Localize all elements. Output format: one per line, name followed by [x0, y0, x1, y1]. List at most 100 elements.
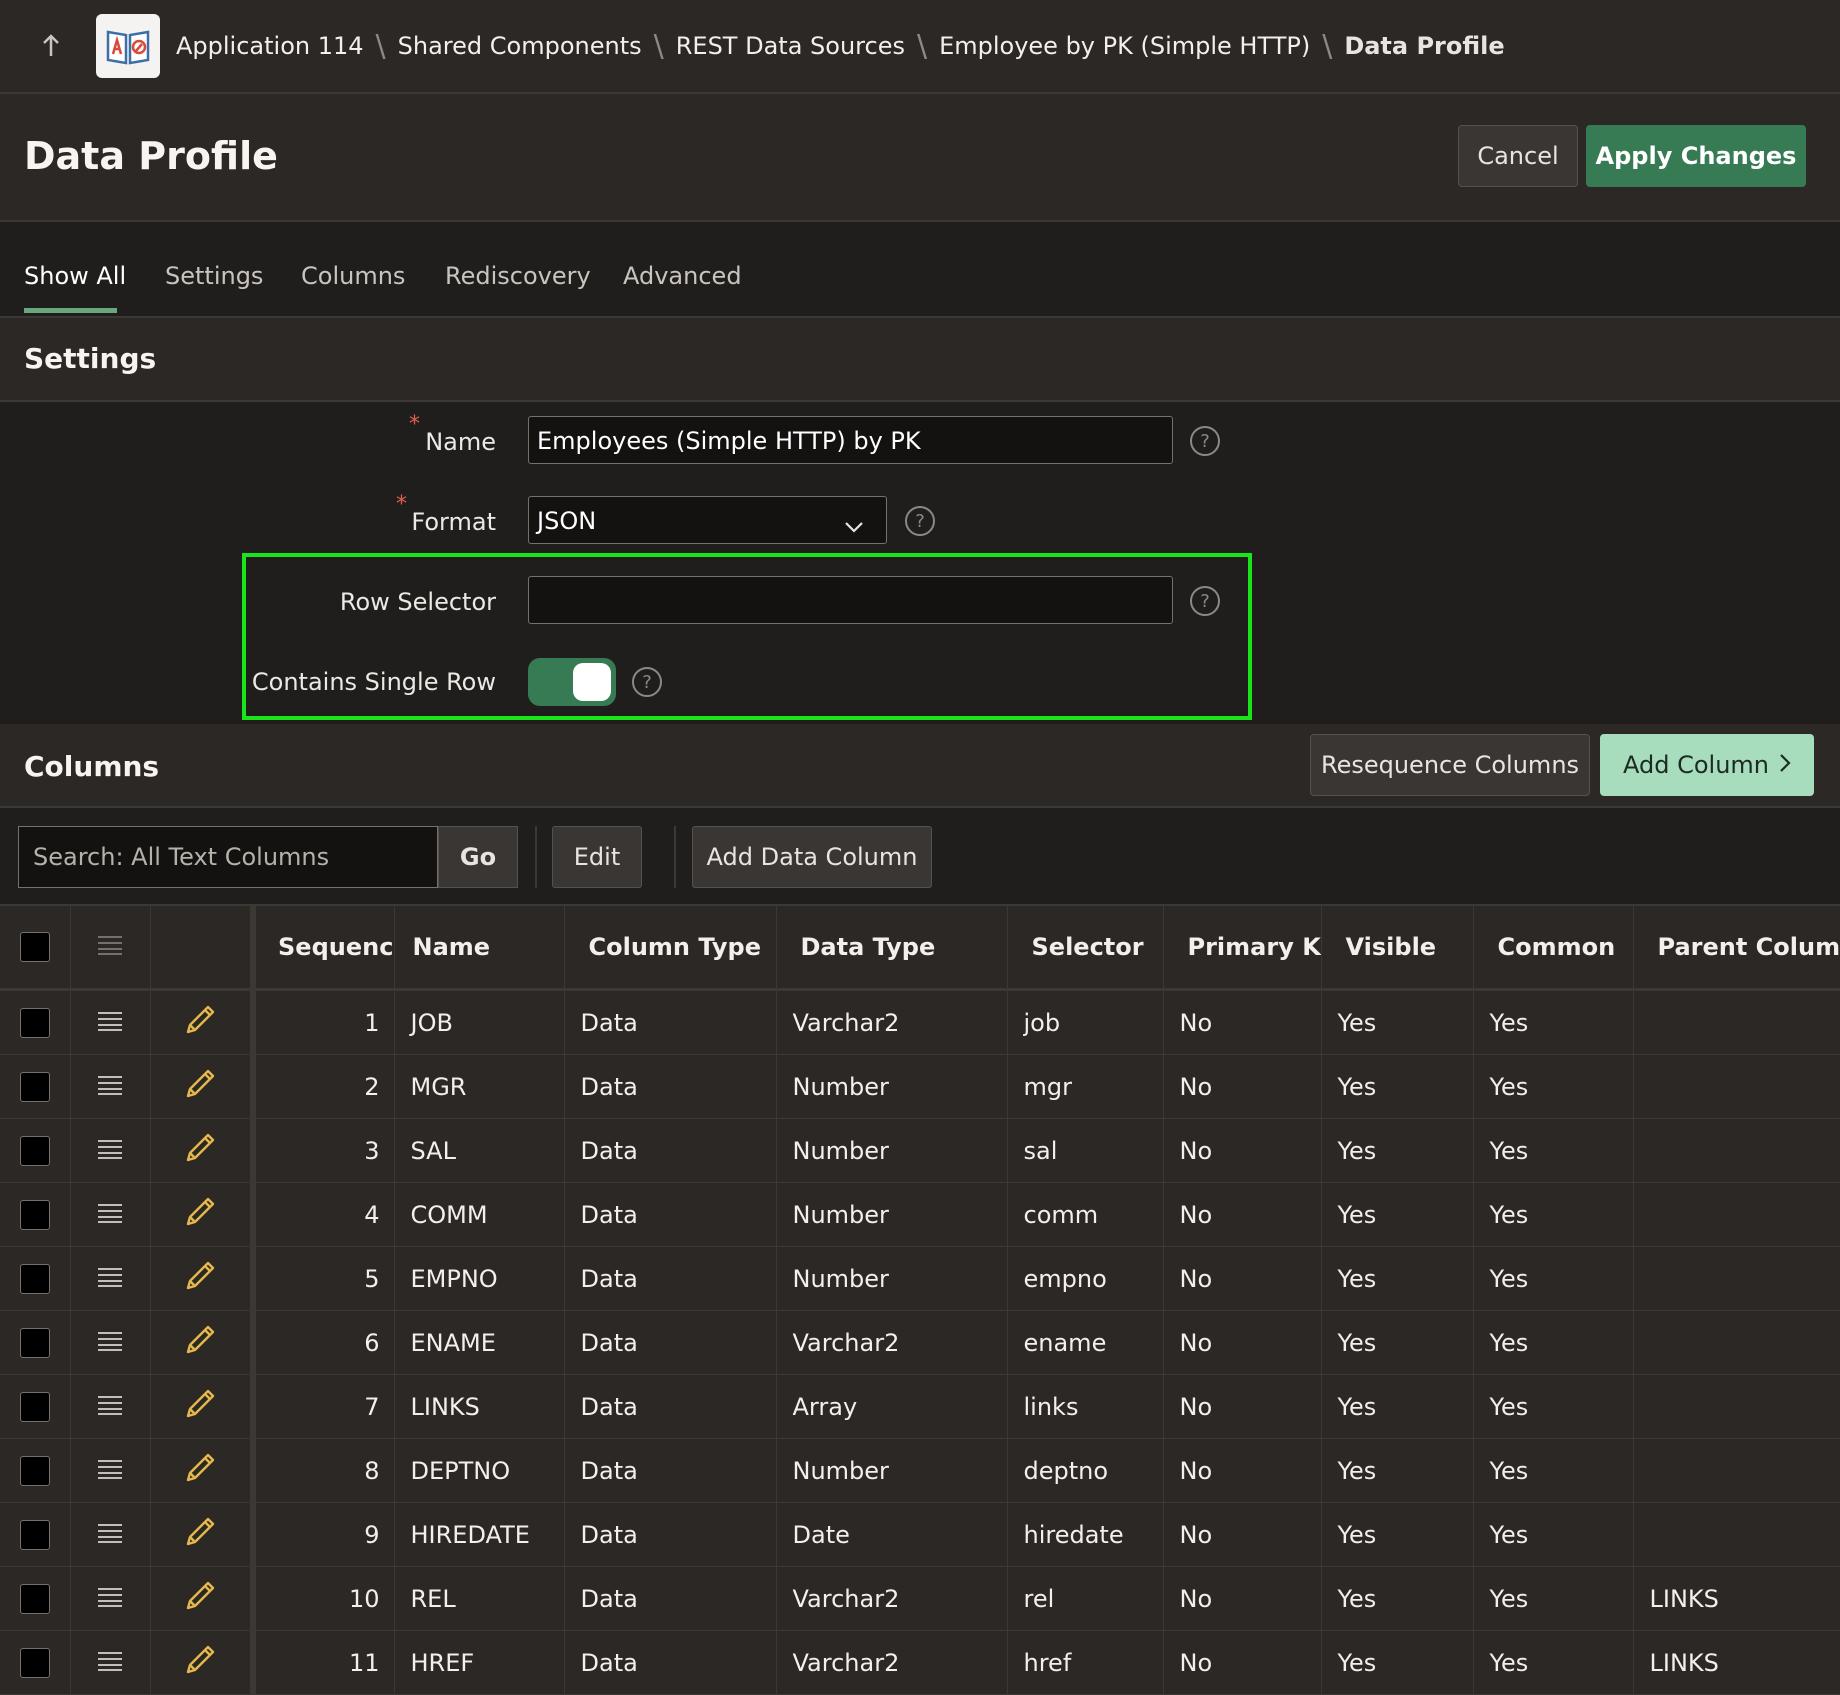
cell-column-type[interactable]: Data	[564, 1310, 777, 1375]
cell-common[interactable]: Yes	[1473, 1118, 1634, 1183]
cell-common[interactable]: Yes	[1473, 1182, 1634, 1247]
cell-sequence[interactable]: 8	[253, 1438, 395, 1503]
tab-columns[interactable]: Columns	[301, 262, 405, 290]
cell-name[interactable]: DEPTNO	[394, 1438, 565, 1503]
header-data-type[interactable]: Data Type	[776, 904, 1008, 991]
header-selector[interactable]: Selector	[1007, 904, 1164, 991]
cell-data-type[interactable]: Varchar2	[776, 1310, 1008, 1375]
cell-primary-key[interactable]: No	[1163, 1630, 1322, 1695]
cell-visible[interactable]: Yes	[1321, 989, 1474, 1055]
cell-data-type[interactable]: Date	[776, 1502, 1008, 1567]
cell-visible[interactable]: Yes	[1321, 1310, 1474, 1375]
table-row[interactable]: 4 COMM Data Number comm No Yes Yes	[0, 1182, 1840, 1247]
up-arrow-icon[interactable]	[38, 33, 64, 59]
cell-primary-key[interactable]: No	[1163, 1502, 1322, 1567]
tab-settings[interactable]: Settings	[165, 262, 263, 290]
cell-common[interactable]: Yes	[1473, 1054, 1634, 1119]
row-actions-icon[interactable]	[70, 1630, 151, 1695]
cell-column-type[interactable]: Data	[564, 1566, 777, 1631]
add-data-column-button[interactable]: Add Data Column	[692, 826, 932, 888]
pencil-icon[interactable]	[150, 1182, 256, 1247]
cell-sequence[interactable]: 5	[253, 1246, 395, 1311]
pencil-icon[interactable]	[150, 1310, 256, 1375]
pencil-icon[interactable]	[150, 1438, 256, 1503]
table-row[interactable]: 2 MGR Data Number mgr No Yes Yes	[0, 1054, 1840, 1119]
cell-common[interactable]: Yes	[1473, 1310, 1634, 1375]
search-input[interactable]: Search: All Text Columns	[18, 826, 438, 888]
cell-visible[interactable]: Yes	[1321, 1246, 1474, 1311]
header-parent-column[interactable]: Parent Column	[1633, 904, 1840, 991]
cell-parent-column[interactable]	[1633, 1118, 1840, 1183]
cell-parent-column[interactable]: LINKS	[1633, 1566, 1840, 1631]
pencil-icon[interactable]	[150, 989, 256, 1055]
cell-selector[interactable]: links	[1007, 1374, 1164, 1439]
cell-primary-key[interactable]: No	[1163, 1054, 1322, 1119]
row-checkbox[interactable]	[0, 1246, 71, 1311]
cell-parent-column[interactable]	[1633, 1182, 1840, 1247]
pencil-icon[interactable]	[150, 1502, 256, 1567]
cell-common[interactable]: Yes	[1473, 1438, 1634, 1503]
cell-data-type[interactable]: Number	[776, 1182, 1008, 1247]
cell-name[interactable]: REL	[394, 1566, 565, 1631]
apply-changes-button[interactable]: Apply Changes	[1586, 125, 1806, 187]
cell-data-type[interactable]: Number	[776, 1054, 1008, 1119]
header-name[interactable]: Name	[394, 904, 565, 991]
cell-data-type[interactable]: Array	[776, 1374, 1008, 1439]
cancel-button[interactable]: Cancel	[1458, 125, 1578, 187]
cell-parent-column[interactable]	[1633, 1054, 1840, 1119]
cell-visible[interactable]: Yes	[1321, 1054, 1474, 1119]
row-actions-icon[interactable]	[70, 1310, 151, 1375]
header-visible[interactable]: Visible	[1321, 904, 1474, 991]
row-checkbox[interactable]	[0, 1374, 71, 1439]
name-input[interactable]: Employees (Simple HTTP) by PK	[528, 416, 1173, 464]
cell-selector[interactable]: mgr	[1007, 1054, 1164, 1119]
cell-column-type[interactable]: Data	[564, 1118, 777, 1183]
row-checkbox[interactable]	[0, 1438, 71, 1503]
cell-visible[interactable]: Yes	[1321, 1438, 1474, 1503]
table-row[interactable]: 7 LINKS Data Array links No Yes Yes	[0, 1374, 1840, 1439]
cell-common[interactable]: Yes	[1473, 1502, 1634, 1567]
cell-sequence[interactable]: 11	[253, 1630, 395, 1695]
cell-selector[interactable]: deptno	[1007, 1438, 1164, 1503]
cell-column-type[interactable]: Data	[564, 1246, 777, 1311]
cell-column-type[interactable]: Data	[564, 1054, 777, 1119]
cell-column-type[interactable]: Data	[564, 1438, 777, 1503]
cell-selector[interactable]: ename	[1007, 1310, 1164, 1375]
cell-parent-column[interactable]	[1633, 1246, 1840, 1311]
table-row[interactable]: 1 JOB Data Varchar2 job No Yes Yes	[0, 989, 1840, 1055]
breadcrumb-rest-source[interactable]: Employee by PK (Simple HTTP)	[939, 32, 1310, 60]
cell-visible[interactable]: Yes	[1321, 1566, 1474, 1631]
table-row[interactable]: 11 HREF Data Varchar2 href No Yes Yes LINKS	[0, 1630, 1840, 1695]
cell-visible[interactable]: Yes	[1321, 1374, 1474, 1439]
cell-primary-key[interactable]: No	[1163, 1310, 1322, 1375]
row-actions-icon[interactable]	[70, 1054, 151, 1119]
breadcrumb-rest-data-sources[interactable]: REST Data Sources	[676, 32, 905, 60]
breadcrumb-application[interactable]: Application 114	[176, 32, 364, 60]
select-all-checkbox[interactable]	[0, 904, 71, 991]
resequence-columns-button[interactable]: Resequence Columns	[1310, 734, 1590, 796]
edit-button[interactable]: Edit	[552, 826, 642, 888]
cell-common[interactable]: Yes	[1473, 1630, 1634, 1695]
cell-data-type[interactable]: Number	[776, 1438, 1008, 1503]
cell-parent-column[interactable]	[1633, 1438, 1840, 1503]
cell-column-type[interactable]: Data	[564, 989, 777, 1055]
cell-common[interactable]: Yes	[1473, 1566, 1634, 1631]
cell-common[interactable]: Yes	[1473, 989, 1634, 1055]
cell-data-type[interactable]: Varchar2	[776, 989, 1008, 1055]
pencil-icon[interactable]	[150, 1246, 256, 1311]
cell-sequence[interactable]: 1	[253, 989, 395, 1055]
go-button[interactable]: Go	[438, 826, 518, 888]
cell-sequence[interactable]: 9	[253, 1502, 395, 1567]
cell-column-type[interactable]: Data	[564, 1182, 777, 1247]
row-actions-icon[interactable]	[70, 1246, 151, 1311]
cell-column-type[interactable]: Data	[564, 1502, 777, 1567]
cell-primary-key[interactable]: No	[1163, 1118, 1322, 1183]
row-actions-icon[interactable]	[70, 989, 151, 1055]
cell-data-type[interactable]: Number	[776, 1118, 1008, 1183]
cell-sequence[interactable]: 10	[253, 1566, 395, 1631]
cell-name[interactable]: COMM	[394, 1182, 565, 1247]
cell-selector[interactable]: comm	[1007, 1182, 1164, 1247]
cell-parent-column[interactable]	[1633, 1502, 1840, 1567]
pencil-icon[interactable]	[150, 1374, 256, 1439]
cell-parent-column[interactable]: LINKS	[1633, 1630, 1840, 1695]
